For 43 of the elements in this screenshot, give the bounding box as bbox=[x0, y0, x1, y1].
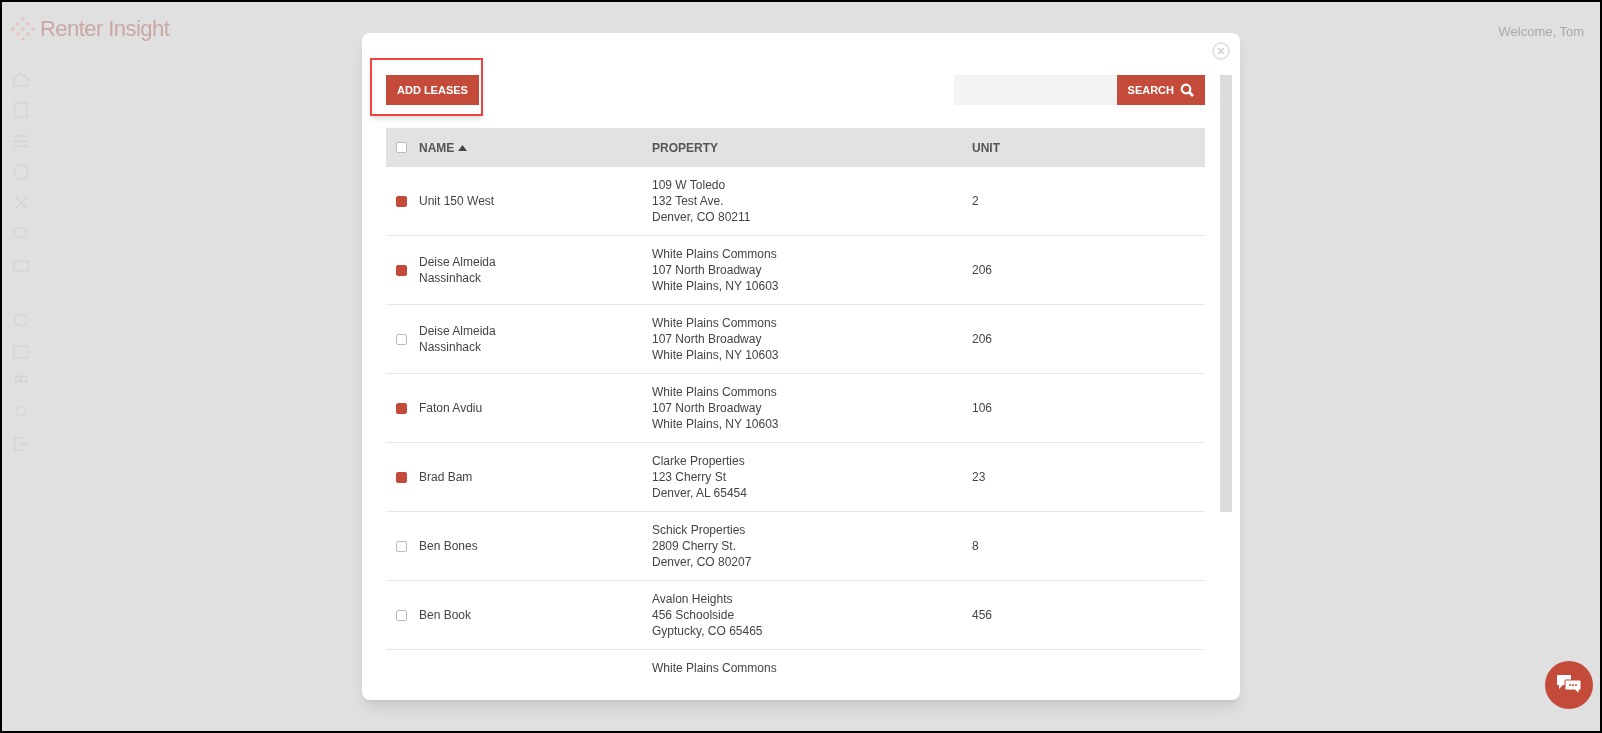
table-cell: Clarke Properties 123 Cherry St Denver, AL 65454 bbox=[652, 453, 747, 501]
logo-text: Renter Insight bbox=[40, 15, 170, 43]
scrollbar[interactable] bbox=[1220, 75, 1232, 512]
table-cell: Schick Properties 2809 Cherry St. Denver, CO 80207 bbox=[652, 522, 752, 570]
checkbox[interactable] bbox=[396, 333, 407, 345]
table-cell: 206 bbox=[972, 263, 993, 277]
checkbox[interactable] bbox=[396, 264, 407, 276]
add-leases-button[interactable]: ADD LEASES bbox=[386, 75, 479, 105]
welcome-text: Welcome, Tom bbox=[1498, 23, 1584, 41]
table-cell: White Plains Commons bbox=[652, 660, 777, 676]
table-cell: Brad Bam bbox=[419, 469, 473, 485]
checkbox[interactable] bbox=[396, 540, 407, 552]
table-cell: Deise Almeida Nassinhack bbox=[419, 254, 496, 286]
search-icon bbox=[1180, 83, 1194, 97]
checkbox[interactable] bbox=[396, 402, 407, 414]
search-button[interactable]: SEARCH bbox=[1116, 75, 1205, 105]
table-cell: Ben Bones bbox=[419, 538, 478, 554]
table-cell: 23 bbox=[972, 470, 986, 484]
search-field[interactable] bbox=[953, 75, 1117, 105]
checkbox[interactable] bbox=[396, 142, 407, 153]
table-cell: White Plains Commons 107 North Broadway White Plains, NY 10603 bbox=[652, 315, 779, 363]
table-cell: Unit 150 West bbox=[419, 193, 495, 209]
table-cell: Faton Avdiu bbox=[419, 400, 483, 416]
column-header[interactable]: PROPERTY bbox=[652, 138, 718, 157]
table-cell: White Plains Commons 107 North Broadway White Plains, NY 10603 bbox=[652, 246, 779, 294]
table-cell: 456 bbox=[972, 608, 993, 622]
table-cell: Ben Book bbox=[419, 607, 472, 623]
table-cell: 206 bbox=[972, 332, 993, 346]
table-cell: Avalon Heights 456 Schoolside Gyptucky, CO 65465 bbox=[652, 591, 763, 639]
checkbox[interactable] bbox=[396, 471, 407, 483]
table-cell: Deise Almeida Nassinhack bbox=[419, 323, 496, 355]
table-cell: White Plains Commons 107 North Broadway White Plains, NY 10603 bbox=[652, 384, 779, 432]
column-header[interactable]: NAME bbox=[419, 138, 455, 157]
checkbox[interactable] bbox=[396, 609, 407, 621]
checkbox[interactable] bbox=[396, 195, 407, 207]
table-cell: 8 bbox=[972, 539, 979, 553]
logo-icon bbox=[10, 15, 36, 42]
table-cell: 106 bbox=[972, 401, 993, 415]
column-header[interactable]: UNIT bbox=[972, 138, 1000, 157]
table-cell: 109 W Toledo 132 Test Ave. Denver, CO 80211 bbox=[652, 177, 751, 225]
chat-button[interactable] bbox=[1545, 661, 1593, 709]
close-icon[interactable] bbox=[1212, 42, 1230, 60]
table-cell: 2 bbox=[972, 194, 979, 208]
